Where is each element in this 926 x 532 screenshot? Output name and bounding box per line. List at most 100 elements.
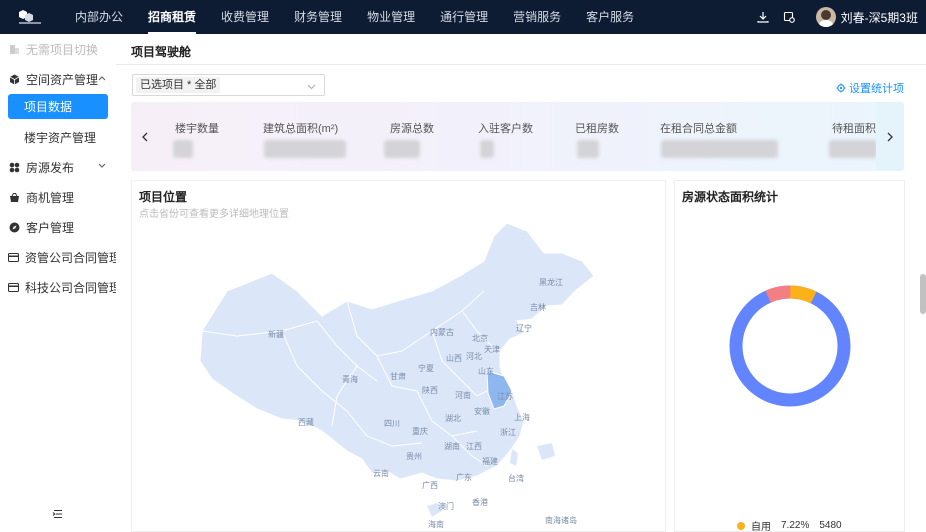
map-label: 四川 — [384, 419, 400, 428]
map-label: 辽宁 — [516, 324, 532, 333]
message-icon[interactable] — [778, 6, 800, 28]
sidebar-subitem-project-data[interactable]: 项目数据 — [8, 94, 108, 119]
grid-icon — [8, 161, 20, 173]
nav-marketing[interactable]: 营销服务 — [498, 0, 571, 34]
sidebar-item-listing-release[interactable]: 房源发布 — [0, 152, 116, 182]
map-label: 天津 — [484, 345, 500, 354]
map-label: 广东 — [456, 473, 472, 482]
stat-building-count-label: 楼宇数量 — [175, 123, 219, 135]
stat-tenant-count-label: 入驻客户数 — [478, 123, 533, 135]
map-label: 宁夏 — [418, 364, 434, 373]
sidebar-item-customer[interactable]: 客户管理 — [0, 212, 116, 242]
sidebar-item-label: 商机管理 — [26, 190, 75, 205]
stat-total-area-label: 建筑总面积(m²) — [263, 123, 339, 135]
stat-building-count-value — [173, 140, 193, 158]
map-label: 北京 — [472, 334, 488, 343]
nav-property[interactable]: 物业管理 — [352, 0, 425, 34]
nav-leasing[interactable]: 招商租赁 — [133, 0, 206, 34]
project-switch: 无需项目切换 — [0, 34, 116, 64]
donut-segment-main — [729, 285, 851, 407]
select-tag: 已选项目 * 全部 — [136, 77, 221, 93]
settings-label: 设置统计项 — [849, 83, 904, 95]
project-switch-label: 无需项目切换 — [26, 42, 99, 57]
chevron-up-icon — [98, 73, 106, 83]
building-icon — [8, 43, 20, 55]
stat-vacant-area-value — [829, 140, 877, 158]
sidebar-item-asset-contract[interactable]: 资管公司合同管理 — [0, 242, 121, 272]
map-label: 贵州 — [406, 452, 422, 461]
map-label: 广西 — [422, 481, 438, 490]
map-label: 陕西 — [422, 386, 438, 395]
donut-chart[interactable] — [675, 181, 906, 532]
sidebar-subitem-building-assets[interactable]: 楼宇资产管理 — [0, 122, 116, 152]
collapse-menu-icon[interactable] — [52, 508, 64, 520]
project-location-panel: 项目位置 点击省份可查看更多详细地理位置 黑龙江 吉林 辽宁 内蒙古 新疆 青海… — [131, 180, 666, 532]
legend-label: 自用 — [751, 522, 771, 532]
legend-value: 5480 — [819, 520, 842, 531]
listing-area-panel: 房源状态面积统计 自用 7.22% 5480 — [674, 180, 905, 532]
sidebar-item-label: 客户管理 — [26, 220, 75, 235]
sidebar-item-label: 科技公司合同管理 — [25, 280, 122, 295]
bag-icon — [8, 191, 20, 203]
map-label: 安徽 — [474, 407, 490, 416]
top-navbar: 内部办公 招商租赁 收费管理 财务管理 物业管理 通行管理 营销服务 客户服务 … — [0, 0, 926, 34]
nav-customer-service[interactable]: 客户服务 — [571, 0, 644, 34]
sidebar-item-tech-contract[interactable]: 科技公司合同管理 — [0, 272, 121, 302]
gear-icon — [836, 83, 846, 93]
nav-internal-office[interactable]: 内部办公 — [60, 0, 133, 34]
map-label: 内蒙古 — [430, 328, 454, 337]
legend-dot — [737, 521, 745, 530]
sidebar-item-label: 资管公司合同管理 — [25, 250, 122, 265]
divider — [116, 64, 926, 65]
stat-total-area-value — [264, 140, 346, 158]
sidebar: 无需项目切换 空间资产管理 项目数据 楼宇资产管理 房源发布 商机管理 客户管理 — [0, 34, 121, 532]
map-panel-title: 项目位置 — [139, 190, 188, 204]
page-title: 项目驾驶舱 — [131, 45, 192, 59]
settings-stats-button[interactable]: 设置统计项 — [836, 80, 904, 96]
compass-icon — [8, 221, 20, 233]
map-label: 上海 — [514, 413, 530, 422]
chevron-down-icon — [307, 79, 316, 93]
card-icon — [8, 281, 19, 293]
chevron-right-icon[interactable] — [876, 102, 904, 171]
avatar[interactable] — [815, 7, 836, 27]
map-label: 海南 — [428, 520, 444, 529]
donut-legend: 自用 7.22% 5480 — [737, 518, 852, 532]
logo[interactable] — [0, 0, 60, 34]
map-label: 湖南 — [444, 442, 460, 451]
map-label: 江苏 — [497, 392, 513, 401]
stat-contract-amount-label: 在租合同总金额 — [660, 123, 737, 135]
map-label: 南海诸岛 — [545, 516, 577, 525]
nav-finance[interactable]: 财务管理 — [279, 0, 352, 34]
card-icon — [8, 251, 19, 263]
download-icon[interactable] — [752, 6, 774, 28]
username[interactable]: 刘春-深5期3班 — [841, 9, 918, 26]
main-nav: 内部办公 招商租赁 收费管理 财务管理 物业管理 通行管理 营销服务 客户服务 — [60, 0, 644, 34]
map-label: 青海 — [342, 375, 358, 384]
project-select[interactable]: 已选项目 * 全部 — [132, 74, 325, 96]
sidebar-item-space-assets[interactable]: 空间资产管理 — [0, 64, 116, 94]
map-label: 江西 — [466, 442, 482, 451]
stat-tenant-count-value — [480, 140, 494, 158]
stat-listing-count-value — [384, 140, 420, 158]
map-label: 河北 — [466, 352, 482, 361]
map-label: 浙江 — [500, 428, 516, 437]
stats-strip: 楼宇数量 建筑总面积(m²) 房源总数 入驻客户数 已租房数 在租合同总金额 待… — [131, 102, 904, 171]
map-label: 山西 — [446, 354, 462, 363]
sidebar-item-opportunity[interactable]: 商机管理 — [0, 182, 116, 212]
map-label: 黑龙江 — [539, 278, 563, 287]
map-label: 福建 — [482, 457, 498, 466]
main-content: 项目驾驶舱 已选项目 * 全部 设置统计项 楼宇数量 建筑总面积(m²) 房源总… — [116, 34, 926, 532]
nav-access[interactable]: 通行管理 — [425, 0, 498, 34]
china-map[interactable] — [132, 181, 667, 532]
map-label: 香港 — [472, 498, 488, 507]
chevron-down-icon — [98, 161, 106, 171]
map-label: 甘肃 — [390, 372, 406, 381]
nav-billing[interactable]: 收费管理 — [206, 0, 279, 34]
map-label: 山东 — [478, 367, 494, 376]
chevron-left-icon[interactable] — [131, 102, 159, 171]
cube-icon — [8, 73, 20, 85]
vertical-scrollbar[interactable] — [920, 274, 926, 314]
map-label: 澳门 — [438, 502, 454, 511]
map-label: 云南 — [373, 469, 389, 478]
